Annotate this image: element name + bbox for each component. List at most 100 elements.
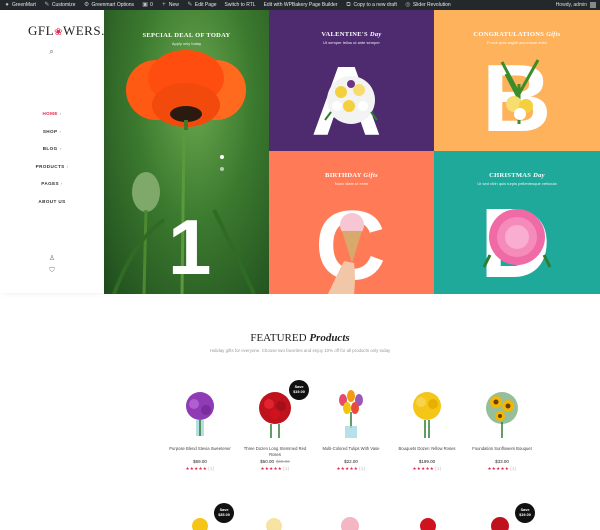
comment-icon: ▣ (142, 2, 148, 8)
product-price: $69.00 (166, 459, 234, 464)
nav-item-label: SHOP (42, 128, 58, 134)
admin-bar-edit-page[interactable]: ✎ Edit Page (187, 2, 216, 8)
product-image-partial[interactable] (336, 514, 364, 530)
product-card[interactable]: Purpose Blend Stevia Sweetener $69.00 ★★… (166, 386, 234, 472)
rating-stars: ★★★★★ (412, 466, 435, 471)
price-current: $69.00 (193, 459, 207, 464)
admin-bar-wpbakery[interactable]: Edit with WPBakery Page Builder (264, 2, 338, 8)
admin-bar-rtl-label: Switch to RTL (224, 2, 256, 8)
product-price: $22.00 (317, 459, 385, 464)
product-card[interactable]: Save $19.00 Three Dozen Long Stemmed Red… (241, 380, 309, 472)
banner-congratulations[interactable]: CONGRATULATIONS Gifts Fusce quis sagitti… (434, 10, 600, 151)
search-icon[interactable]: ⌕ (47, 47, 56, 56)
admin-bar-site[interactable]: ● GreenMart (4, 2, 36, 8)
admin-bar-new[interactable]: + New (161, 2, 179, 8)
logo-text-end: WERS. (62, 23, 105, 38)
featured-title-text: FEATURED (250, 332, 307, 344)
featured-title-italic: Products (309, 332, 350, 344)
product-rating: ★★★★★(1) (468, 466, 536, 472)
banner-valentines[interactable]: VALENTINE'S Day Ut semper tellus ut ante… (269, 10, 434, 151)
avatar (590, 2, 596, 8)
nav-item-pages[interactable]: PAGES › (0, 181, 104, 199)
admin-bar-customize[interactable]: ✎ Customize (44, 2, 75, 8)
product-card[interactable]: Bouquets Dozen Yellow Roses $199.00 ★★★★… (393, 386, 461, 472)
product-image[interactable] (393, 386, 461, 446)
rating-count: (1) (208, 466, 215, 471)
admin-bar-slider[interactable]: ◎ Slider Revolution (405, 2, 450, 8)
banner-birthday[interactable]: BIRTHDAY Gifts Nunc diam ut enim C (269, 151, 434, 294)
nav-item-home[interactable]: HOME › (0, 111, 104, 129)
product-name[interactable]: Multi-Colored Tulips With Vase (317, 446, 385, 458)
hero-number: 1 (168, 203, 212, 291)
logo-text-start: GFL (28, 23, 55, 38)
product-rating: ★★★★★(1) (166, 466, 234, 472)
save-badge: Save $19.00 (515, 503, 535, 523)
admin-bar-copy-draft[interactable]: ⧉ Copy to a new draft (346, 2, 397, 8)
site-logo[interactable]: GFL❀WERS. (28, 23, 105, 39)
admin-bar-new-label: New (168, 2, 179, 8)
nav-item-about[interactable]: ABOUT US (0, 199, 104, 217)
admin-bar-theme-options[interactable]: ⚙ Greenmart Options (83, 2, 134, 8)
product-card[interactable]: Foundation Sunflowers Bouquet $33.00 ★★★… (468, 386, 536, 472)
product-image[interactable] (317, 386, 385, 446)
nav-item-label: ABOUT US (38, 198, 66, 204)
save-badge: Save $19.00 (289, 380, 309, 400)
product-rating: ★★★★★(1) (241, 466, 309, 472)
product-name[interactable]: Foundation Sunflowers Bouquet (468, 446, 536, 458)
main-nav: HOME › SHOP › BLOG › PRODUCTS › PAGES › ABOUT… (0, 111, 104, 217)
nav-item-blog[interactable]: BLOG › (0, 146, 104, 164)
save-badge-text: Save $19.00 (293, 385, 305, 394)
product-name[interactable]: Three Dozen Long Stemmed Red Roses (241, 446, 309, 458)
chevron-right-icon: › (59, 146, 62, 152)
featured-subtitle: Holiday gifts for everyone. Choose two f… (209, 348, 391, 353)
product-image[interactable] (468, 386, 536, 446)
banner-subtitle: Nunc diam ut enim (334, 181, 369, 186)
copy-icon: ⧉ (346, 2, 351, 8)
admin-bar: ● GreenMart ✎ Customize ⚙ Greenmart Options… (0, 0, 600, 10)
plus-icon: + (162, 2, 166, 8)
chevron-right-icon: › (66, 163, 69, 169)
product-image-partial[interactable] (260, 516, 288, 530)
product-price: $50.00 $69.00 (241, 459, 309, 464)
product-name[interactable]: Purpose Blend Stevia Sweetener (166, 446, 234, 458)
rating-count: (1) (435, 466, 442, 471)
banner-christmas[interactable]: CHRISTMAS Day Ut sed nibh quis turpis pe… (434, 151, 600, 294)
banner-title: BIRTHDAY Gifts (269, 172, 434, 179)
user-icon[interactable]: ♙ (48, 255, 56, 263)
admin-bar-account[interactable]: Howdy, admin (556, 2, 596, 8)
wordpress-icon: ● (5, 2, 9, 8)
nav-item-products[interactable]: PRODUCTS › (0, 164, 104, 182)
banner-subtitle: Ut semper tellus ut ante semper (323, 40, 380, 45)
price-current: $33.00 (495, 459, 509, 464)
admin-bar-rtl[interactable]: Switch to RTL (225, 2, 256, 8)
product-image-partial[interactable] (414, 514, 442, 530)
cart-icon[interactable]: ⛉ (48, 267, 56, 275)
logo-flower-icon: ❀ (54, 27, 63, 38)
nav-item-label: BLOG (42, 146, 58, 152)
admin-bar-wpbakery-label: Edit with WPBakery Page Builder (263, 2, 338, 8)
banner-title: CHRISTMAS Day (434, 172, 600, 179)
slider-icon: ◎ (405, 2, 411, 8)
slider-dot-2[interactable] (220, 167, 224, 171)
sidebar: GFL❀WERS. ⌕ HOME › SHOP › BLOG › PRODUCTS › … (0, 10, 104, 293)
slider-dot-1[interactable] (220, 155, 224, 159)
hero-slide[interactable]: SEPCIAL DEAL OF TODAY Apply only today 1 (104, 10, 269, 294)
banner-title: VALENTINE'S Day (269, 31, 434, 38)
price-old: $69.00 (276, 459, 290, 464)
banner-title-text: VALENTINE'S (321, 31, 368, 38)
rating-stars: ★★★★★ (260, 466, 283, 471)
rating-stars: ★★★★★ (487, 466, 510, 471)
product-name[interactable]: Bouquets Dozen Yellow Roses (393, 446, 461, 458)
product-card[interactable]: Multi-Colored Tulips With Vase $22.00 ★★… (317, 386, 385, 472)
product-image-partial[interactable] (486, 514, 514, 530)
nav-item-shop[interactable]: SHOP › (0, 129, 104, 147)
nav-item-label: PRODUCTS (35, 163, 65, 169)
save-badge-text: Save $19.00 (519, 508, 531, 517)
poppy-flower-image (126, 50, 246, 130)
gear-icon: ⚙ (83, 2, 90, 8)
product-image[interactable] (166, 386, 234, 446)
admin-bar-comments[interactable]: ▣ 0 (142, 2, 153, 8)
rating-stars: ★★★★★ (336, 466, 359, 471)
product-image-partial[interactable] (186, 514, 214, 530)
chevron-right-icon: › (59, 111, 62, 116)
